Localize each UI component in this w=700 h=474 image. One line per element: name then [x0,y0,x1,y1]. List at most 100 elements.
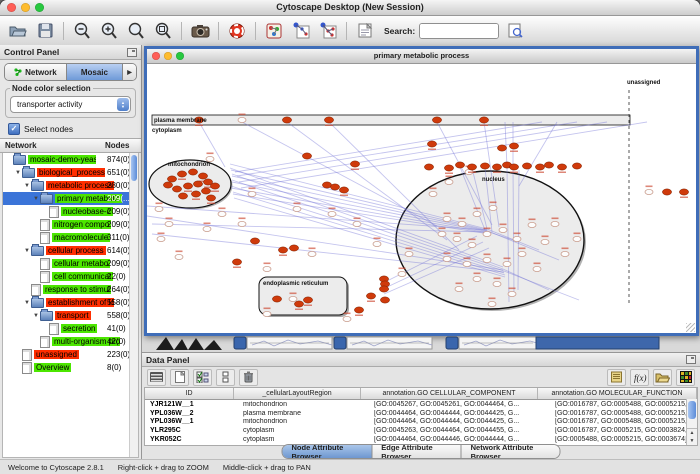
network-node[interactable] [354,307,363,313]
zoom-fit-icon[interactable] [151,19,175,43]
network-node[interactable] [544,162,553,168]
delete-attribute-icon[interactable] [239,369,258,386]
save-icon[interactable] [33,19,57,43]
expand-arrow-icon[interactable]: ▼ [32,196,40,202]
network-node[interactable] [206,195,215,201]
network-node[interactable] [339,187,348,193]
column-header-0[interactable]: ID [145,388,234,399]
attribute-table-header[interactable]: ID_cellularLayoutRegionannotation.GO CEL… [145,388,697,400]
minimized-window-icon[interactable] [446,337,458,349]
network-node[interactable] [509,143,518,149]
table-row[interactable]: YJR121W__1mitochondrion[GO:0045267, GO:0… [145,400,697,409]
column-header-2[interactable]: annotation.GO CELLULAR_COMPONENT [361,388,538,399]
network-node[interactable] [177,171,186,177]
network-node[interactable] [289,245,298,251]
network-node[interactable] [557,164,566,170]
network-node[interactable] [350,161,359,167]
import-attributes-icon[interactable] [653,369,672,386]
new-attribute-icon[interactable] [170,369,189,386]
table-scrollbar[interactable]: ▲▼ [686,399,697,445]
expand-arrow-icon[interactable]: ▼ [23,300,31,306]
minimized-window-bar-selected[interactable] [536,337,659,349]
search-config-icon[interactable] [503,19,527,43]
network-node[interactable] [679,189,688,195]
network-node[interactable] [278,247,287,253]
tree-item-nucleobase-c[interactable]: nucleobase-c209(0) [3,205,138,218]
network-node[interactable] [163,182,172,188]
network-node[interactable] [330,184,339,190]
zoom-out-icon[interactable] [70,19,94,43]
minimized-window-icon[interactable] [334,337,346,349]
network-node[interactable] [172,186,181,192]
network-node[interactable] [167,176,176,182]
notes-icon[interactable] [607,369,626,386]
network-node[interactable] [188,169,197,175]
select-attributes-icon[interactable] [193,369,212,386]
network-node[interactable] [294,301,303,307]
network-node[interactable] [191,191,200,197]
matrix-icon[interactable] [676,369,695,386]
tree-item-biological-process[interactable]: ▼biological_process651(0) [3,166,138,179]
network-node[interactable] [479,117,488,123]
tree-item-primary-metabolic[interactable]: ▼primary metabolic209(... [3,192,138,205]
network-node[interactable] [424,164,433,170]
network-view-window[interactable]: primary metabolic process plasma membran… [144,46,699,336]
tab-mosaic[interactable]: Mosaic [67,64,123,80]
network-node[interactable] [232,259,241,265]
tree-item-cellular-metabo[interactable]: cellular metabo209(0) [3,257,138,270]
tree-item-cell-communicat[interactable]: cell communicat22(0) [3,270,138,283]
network-node[interactable] [193,181,202,187]
minimized-window-icon[interactable] [234,337,246,349]
minimize-button[interactable] [21,3,30,12]
tree-item-transport[interactable]: ▼transport558(0) [3,309,138,322]
expand-arrow-icon[interactable]: ▼ [23,183,31,189]
tree-item-metabolic-process[interactable]: ▼metabolic process280(0) [3,179,138,192]
network-node[interactable] [198,173,207,179]
tree-item-cellular-process[interactable]: ▼cellular process614(0) [3,244,138,257]
view-zoom-button[interactable] [176,52,184,60]
snapshot-icon[interactable] [188,19,212,43]
resize-grip[interactable] [686,323,695,332]
table-row[interactable]: YKR052Ccytoplasm[GO:0044464, GO:0044446,… [145,435,697,444]
tree-item-overview[interactable]: Overview8(0) [3,361,138,374]
tree-item-multi-organism-pro[interactable]: multi-organism pro42(0) [3,335,138,348]
tree-item-nitrogen-compo[interactable]: nitrogen compo209(0) [3,218,138,231]
tree-item-macromolecule[interactable]: macromolecule311(0) [3,231,138,244]
close-button[interactable] [7,3,16,12]
node-color-select[interactable]: transporter activity ▲▼ [10,96,131,113]
network-node[interactable] [455,162,464,168]
network-node[interactable] [303,297,312,303]
tab-overflow-arrow[interactable]: ▶ [123,64,136,80]
tree-item-mosaic-demo-yeast[interactable]: mosaic-demo-yeast874(0) [3,153,138,166]
select-nodes-checkbox[interactable]: ✓ [8,123,20,135]
expand-arrow-icon[interactable]: ▼ [14,170,22,176]
network-node[interactable] [272,296,281,302]
view-close-button[interactable] [152,52,160,60]
tree-item-response-to-stimul[interactable]: response to stimul264(0) [3,283,138,296]
network-node[interactable] [324,117,333,123]
layout-icon-a[interactable] [289,19,313,43]
network-node[interactable] [366,293,375,299]
network-node[interactable] [210,183,219,189]
network-node[interactable] [201,188,210,194]
view-minimize-button[interactable] [164,52,172,60]
network-node[interactable] [178,193,187,199]
network-node[interactable] [480,163,489,169]
network-node[interactable] [509,164,518,170]
open-icon[interactable] [6,19,30,43]
layout-icon-b[interactable] [316,19,340,43]
network-node[interactable] [432,117,441,123]
network-node[interactable] [282,117,291,123]
network-node[interactable] [492,164,501,170]
float-data-panel-icon[interactable] [686,355,696,364]
network-node[interactable] [427,141,436,147]
network-node[interactable] [522,163,531,169]
network-node[interactable] [379,286,388,292]
network-node[interactable] [535,164,544,170]
expand-arrow-icon[interactable]: ▼ [23,248,31,254]
table-row[interactable]: YLR295Ccytoplasm[GO:0045263, GO:0044464,… [145,426,697,435]
annotation-icon[interactable] [353,19,377,43]
network-node[interactable] [183,183,192,189]
tab-network-attribute-browser[interactable]: Network Attribute Browser [462,445,560,458]
network-node[interactable] [572,163,581,169]
